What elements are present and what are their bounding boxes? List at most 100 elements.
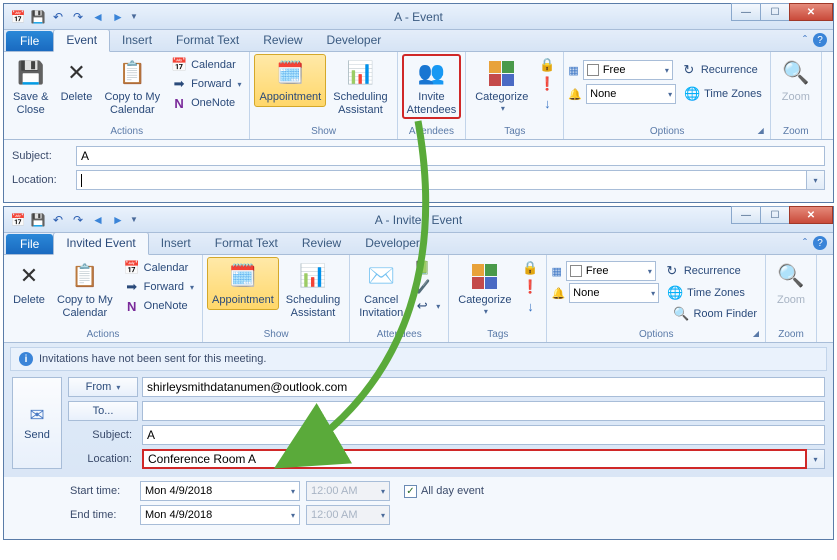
- save-close-button[interactable]: 💾 Save & Close: [8, 54, 53, 119]
- private-button[interactable]: 🔒: [518, 259, 542, 277]
- close-button[interactable]: ✕: [789, 206, 833, 224]
- forward-button[interactable]: ➡Forward▾: [120, 278, 198, 296]
- maximize-button[interactable]: ☐: [760, 206, 790, 224]
- qat-dropdown[interactable]: ▼: [130, 12, 138, 21]
- time-zones-button[interactable]: 🌐Time Zones: [663, 284, 749, 302]
- reminder-combo[interactable]: None▾: [586, 84, 676, 104]
- send-button[interactable]: ✉ Send: [12, 377, 62, 469]
- show-as-combo[interactable]: Free▾: [566, 261, 656, 281]
- location-input[interactable]: [76, 170, 807, 190]
- copy-to-calendar-button[interactable]: 📋 Copy to My Calendar: [52, 257, 118, 322]
- minimize-button[interactable]: —: [731, 3, 761, 21]
- from-button[interactable]: From ▾: [68, 377, 138, 397]
- group-label-actions: Actions: [8, 125, 245, 139]
- end-date-combo[interactable]: Mon 4/9/2018▾: [140, 505, 300, 525]
- undo-icon[interactable]: ↶: [50, 9, 66, 25]
- importance-low-button[interactable]: ↓: [518, 297, 542, 315]
- recurrence-button[interactable]: ↻Recurrence: [677, 61, 762, 79]
- scheduling-assistant-button[interactable]: 📊 Scheduling Assistant: [328, 54, 392, 119]
- save-icon[interactable]: 💾: [30, 9, 46, 25]
- redo-icon[interactable]: ↷: [70, 212, 86, 228]
- group-label-show: Show: [254, 125, 392, 139]
- start-time-label: Start time:: [70, 485, 134, 497]
- response-options-button[interactable]: ↩▾: [410, 297, 444, 315]
- to-button[interactable]: To...: [68, 401, 138, 421]
- tab-review[interactable]: Review: [290, 233, 353, 254]
- importance-high-button[interactable]: ❗: [518, 278, 542, 296]
- help-icon[interactable]: ?: [813, 33, 827, 47]
- calendar-button[interactable]: 📅Calendar: [120, 259, 198, 277]
- minimize-ribbon-icon[interactable]: ˆ: [803, 236, 807, 250]
- tab-developer[interactable]: Developer: [353, 233, 432, 254]
- tab-file[interactable]: File: [6, 234, 53, 254]
- group-attendees: ✉️ Cancel Invitation 📗 ✔️ ↩▾ Attendees: [350, 255, 449, 342]
- tab-event[interactable]: Event: [53, 29, 110, 52]
- close-button[interactable]: ✕: [789, 3, 833, 21]
- tab-insert[interactable]: Insert: [149, 233, 203, 254]
- help-icon[interactable]: ?: [813, 236, 827, 250]
- save-icon[interactable]: 💾: [30, 212, 46, 228]
- tab-insert[interactable]: Insert: [110, 30, 164, 51]
- tab-format-text[interactable]: Format Text: [203, 233, 290, 254]
- room-finder-button[interactable]: 🔍Room Finder: [669, 305, 761, 323]
- redo-icon[interactable]: ↷: [70, 9, 86, 25]
- all-day-checkbox[interactable]: ✓All day event: [404, 485, 484, 498]
- address-book-button[interactable]: 📗: [410, 259, 444, 277]
- ribbon-tabs: File Event Insert Format Text Review Dev…: [4, 30, 833, 52]
- tab-format-text[interactable]: Format Text: [164, 30, 251, 51]
- delete-button[interactable]: ✕ Delete: [8, 257, 50, 310]
- from-field[interactable]: shirleysmithdatanumen@outlook.com: [142, 377, 825, 397]
- importance-high-button[interactable]: ❗: [535, 75, 559, 93]
- undo-icon[interactable]: ↶: [50, 212, 66, 228]
- importance-low-button[interactable]: ↓: [535, 94, 559, 112]
- categorize-button[interactable]: Categorize▾: [453, 257, 516, 319]
- time-zones-button[interactable]: 🌐Time Zones: [680, 85, 766, 103]
- onenote-button[interactable]: NOneNote: [167, 94, 245, 112]
- tab-invited-event[interactable]: Invited Event: [53, 232, 148, 255]
- options-launcher[interactable]: ◢: [758, 126, 764, 135]
- recurrence-button[interactable]: ↻Recurrence: [660, 262, 745, 280]
- calendar-icon[interactable]: 📅: [10, 9, 26, 25]
- minimize-ribbon-icon[interactable]: ˆ: [803, 33, 807, 47]
- location-dropdown[interactable]: ▾: [807, 449, 825, 469]
- reminder-combo[interactable]: None▾: [569, 283, 659, 303]
- next-icon[interactable]: ►: [110, 9, 126, 25]
- location-dropdown[interactable]: ▾: [807, 170, 825, 190]
- prev-icon[interactable]: ◄: [90, 212, 106, 228]
- event-window: 📅 💾 ↶ ↷ ◄ ► ▼ A - Event — ☐ ✕ File Event…: [3, 3, 834, 203]
- cancel-invitation-button[interactable]: ✉️ Cancel Invitation: [354, 257, 408, 322]
- location-input[interactable]: Conference Room A: [142, 449, 807, 469]
- delete-button[interactable]: ✕ Delete: [55, 54, 97, 107]
- envelope-icon: ✉: [29, 405, 44, 426]
- maximize-button[interactable]: ☐: [760, 3, 790, 21]
- scheduling-assistant-button[interactable]: 📊 Scheduling Assistant: [281, 257, 345, 322]
- prev-icon[interactable]: ◄: [90, 9, 106, 25]
- tab-developer[interactable]: Developer: [315, 30, 394, 51]
- check-names-button[interactable]: ✔️: [410, 278, 444, 296]
- copy-to-calendar-button[interactable]: 📋 Copy to My Calendar: [99, 54, 165, 119]
- to-field[interactable]: [142, 401, 825, 421]
- private-button[interactable]: 🔒: [535, 56, 559, 74]
- calendar-icon[interactable]: 📅: [10, 212, 26, 228]
- tab-file[interactable]: File: [6, 31, 53, 51]
- appointment-button[interactable]: 🗓️ Appointment: [207, 257, 279, 310]
- subject-input[interactable]: A: [76, 146, 825, 166]
- onenote-button[interactable]: NOneNote: [120, 297, 198, 315]
- start-date-combo[interactable]: Mon 4/9/2018▾: [140, 481, 300, 501]
- group-zoom: 🔍 Zoom Zoom: [766, 255, 817, 342]
- categorize-button[interactable]: Categorize▾: [470, 54, 533, 116]
- minimize-button[interactable]: —: [731, 206, 761, 224]
- next-icon[interactable]: ►: [110, 212, 126, 228]
- group-actions: 💾 Save & Close ✕ Delete 📋 Copy to My Cal…: [4, 52, 250, 139]
- calendar-button[interactable]: 📅Calendar: [167, 56, 245, 74]
- forward-button[interactable]: ➡Forward▾: [167, 75, 245, 93]
- tab-review[interactable]: Review: [251, 30, 314, 51]
- invite-attendees-button[interactable]: 👥 Invite Attendees: [402, 54, 462, 119]
- appointment-button[interactable]: 🗓️ Appointment: [254, 54, 326, 107]
- group-label-show: Show: [207, 328, 345, 342]
- options-launcher[interactable]: ◢: [753, 329, 759, 338]
- subject-input[interactable]: A: [142, 425, 825, 445]
- show-as-combo[interactable]: Free▾: [583, 60, 673, 80]
- qat-dropdown[interactable]: ▼: [130, 215, 138, 224]
- zoom-button: 🔍 Zoom: [770, 257, 812, 310]
